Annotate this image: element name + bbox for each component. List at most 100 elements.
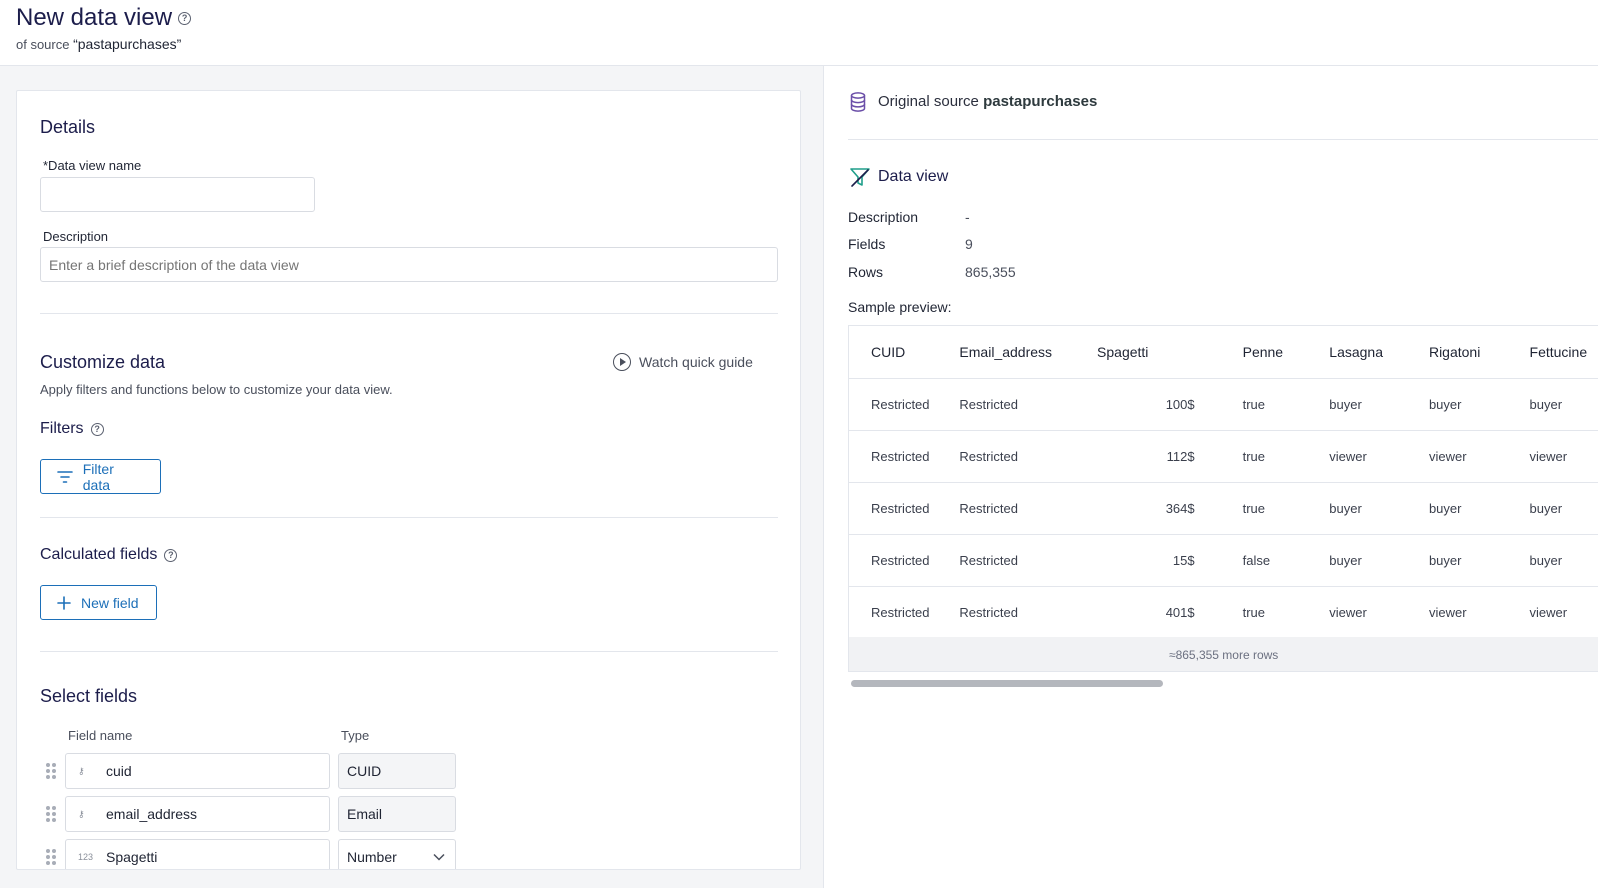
table-cell: buyer (1289, 482, 1389, 535)
table-cell: viewer (1488, 586, 1598, 639)
horizontal-scrollbar[interactable] (851, 680, 1163, 687)
column-header: Rigatoni (1388, 326, 1489, 379)
help-icon[interactable]: ? (90, 422, 104, 436)
details-heading: Details (40, 117, 96, 137)
table-cell: buyer (1488, 378, 1598, 431)
column-header: Email_address (959, 326, 1098, 379)
table-row: Restricted Restricted 364$ true buyer bu… (849, 482, 1598, 535)
new-field-button[interactable]: New field (40, 585, 157, 620)
field-type-select[interactable]: Number (338, 839, 456, 869)
type-column-header: Type (341, 728, 370, 743)
number-icon: 123 (78, 852, 94, 862)
calculated-fields-heading: Calculated fields ? (40, 546, 178, 564)
data-view-name-input[interactable] (40, 177, 315, 212)
key-icon: ⚷ (78, 765, 85, 776)
table-cell: Restricted (959, 482, 1098, 535)
data-view-name-label: *Data view name (43, 158, 142, 173)
field-name-input[interactable]: ⚷ cuid (65, 753, 330, 789)
sample-preview-table[interactable]: CUID Email_address Spagetti Penne Lasagn… (848, 325, 1598, 672)
column-header: Fettucine (1488, 326, 1598, 379)
fields-value: 9 (965, 236, 973, 252)
table-cell: viewer (1488, 430, 1598, 483)
field-row: ⚷ cuid CUID (45, 753, 456, 789)
table-cell: 401$ (1097, 586, 1195, 639)
field-type: Email (338, 796, 456, 832)
table-cell: true (1194, 482, 1290, 535)
table-cell: viewer (1289, 430, 1389, 483)
help-icon[interactable]: ? (178, 11, 192, 25)
table-cell: Restricted (959, 586, 1098, 639)
filter-icon (57, 470, 73, 483)
field-name-input[interactable]: ⚷ email_address (65, 796, 330, 832)
table-header-row: CUID Email_address Spagetti Penne Lasagn… (849, 326, 1598, 379)
table-cell: Restricted (849, 586, 960, 639)
data-view-heading: Data view (878, 168, 949, 185)
table-cell: buyer (1289, 378, 1389, 431)
table-cell: buyer (1488, 482, 1598, 535)
table-cell: Restricted (849, 378, 960, 431)
sample-preview-label: Sample preview: (848, 299, 952, 315)
field-name-input[interactable]: 123 Spagetti (65, 839, 330, 869)
column-header: Spagetti (1097, 326, 1195, 379)
table-cell: Restricted (849, 534, 960, 587)
table-row: Restricted Restricted 100$ true buyer bu… (849, 378, 1598, 431)
description-input[interactable] (40, 247, 778, 282)
field-row: ⚷ email_address Email (45, 796, 456, 832)
table-cell: 100$ (1097, 378, 1195, 431)
select-fields-heading: Select fields (40, 686, 138, 706)
rows-key: Rows (848, 264, 884, 280)
drag-handle-icon[interactable] (45, 805, 57, 823)
field-row: 123 Spagetti Number (45, 839, 456, 869)
field-type: CUID (338, 753, 456, 789)
filters-heading: Filters ? (40, 420, 104, 438)
drag-handle-icon[interactable] (45, 848, 57, 866)
column-header: CUID (849, 326, 960, 379)
table-cell: false (1194, 534, 1290, 587)
table-cell: Restricted (959, 430, 1098, 483)
panel-divider (823, 66, 824, 888)
plus-icon (57, 595, 71, 610)
table-cell: buyer (1388, 482, 1489, 535)
page-title: New data view ? (16, 4, 192, 32)
play-icon (613, 353, 631, 371)
table-cell: true (1194, 378, 1290, 431)
drag-handle-icon[interactable] (45, 762, 57, 780)
filter-data-button[interactable]: Filter data (40, 459, 161, 494)
column-header: Penne (1194, 326, 1290, 379)
table-cell: viewer (1388, 586, 1489, 639)
fields-key: Fields (848, 236, 886, 252)
page-header: New data view ? of source “pastapurchase… (0, 0, 1598, 66)
column-header: Lasagna (1289, 326, 1389, 379)
customize-hint: Apply filters and functions below to cus… (40, 382, 393, 397)
table-cell: buyer (1388, 534, 1489, 587)
description-value: - (965, 209, 970, 225)
table-cell: viewer (1289, 586, 1389, 639)
watch-guide-link[interactable]: Watch quick guide (613, 353, 753, 371)
source-divider (848, 139, 1598, 140)
customize-heading: Customize data (40, 352, 166, 372)
page-subtitle: of source “pastapurchases” (16, 36, 182, 52)
help-icon[interactable]: ? (164, 548, 178, 562)
table-cell: 15$ (1097, 534, 1195, 587)
description-key: Description (848, 209, 919, 225)
rows-value: 865,355 (965, 264, 1016, 280)
key-icon: ⚷ (78, 808, 85, 819)
table-cell: buyer (1488, 534, 1598, 587)
table-cell: true (1194, 586, 1290, 639)
data-view-icon (849, 166, 871, 193)
source-name: “pastapurchases” (73, 36, 182, 52)
section-divider (40, 517, 778, 518)
table-cell: Restricted (959, 534, 1098, 587)
table-cell: viewer (1388, 430, 1489, 483)
table-cell: 112$ (1097, 430, 1195, 483)
table-cell: true (1194, 430, 1290, 483)
section-divider (40, 651, 778, 652)
table-cell: Restricted (849, 482, 960, 535)
table-cell: Restricted (959, 378, 1098, 431)
original-source: Original source pastapurchases (878, 93, 1098, 110)
field-name-column-header: Field name (68, 728, 133, 743)
table-cell: buyer (1388, 378, 1489, 431)
table-cell: 364$ (1097, 482, 1195, 535)
description-label: Description (43, 229, 109, 244)
more-rows-footer: ≈865,355 more rows (849, 637, 1598, 671)
